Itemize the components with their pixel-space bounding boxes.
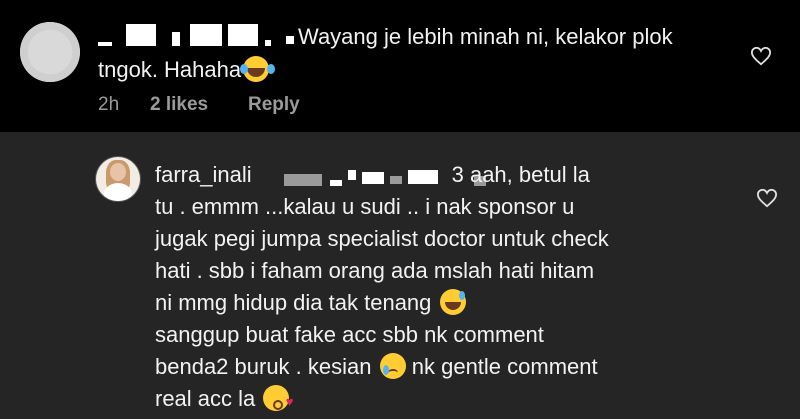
comment-body: Wayang je lebih minah ni, kelakor plok t…	[98, 24, 673, 82]
reply-username[interactable]: farra_inali	[155, 162, 252, 187]
heart-outline-icon[interactable]	[750, 46, 772, 66]
comment-text: Wayang je lebih minah ni, kelakor plok t…	[98, 20, 718, 86]
face-blowing-kiss-emoji	[263, 385, 293, 411]
comment-meta: 2h 2 likes Reply	[98, 94, 300, 116]
likes-count[interactable]: 2 likes	[150, 94, 248, 116]
reply-button[interactable]: Reply	[248, 94, 300, 116]
comment-item: Wayang je lebih minah ni, kelakor plok t…	[0, 0, 800, 130]
timestamp: 2h	[98, 94, 120, 115]
avatar[interactable]	[96, 157, 140, 201]
tears-of-joy-emoji	[240, 56, 270, 82]
avatar[interactable]	[20, 22, 80, 82]
heart-outline-icon[interactable]	[756, 188, 778, 208]
grinning-sweat-emoji	[439, 289, 466, 315]
crying-face-emoji	[379, 353, 406, 379]
reply-text: farra_inali 3 aah, betul la tu . emmm ...…	[155, 159, 735, 415]
